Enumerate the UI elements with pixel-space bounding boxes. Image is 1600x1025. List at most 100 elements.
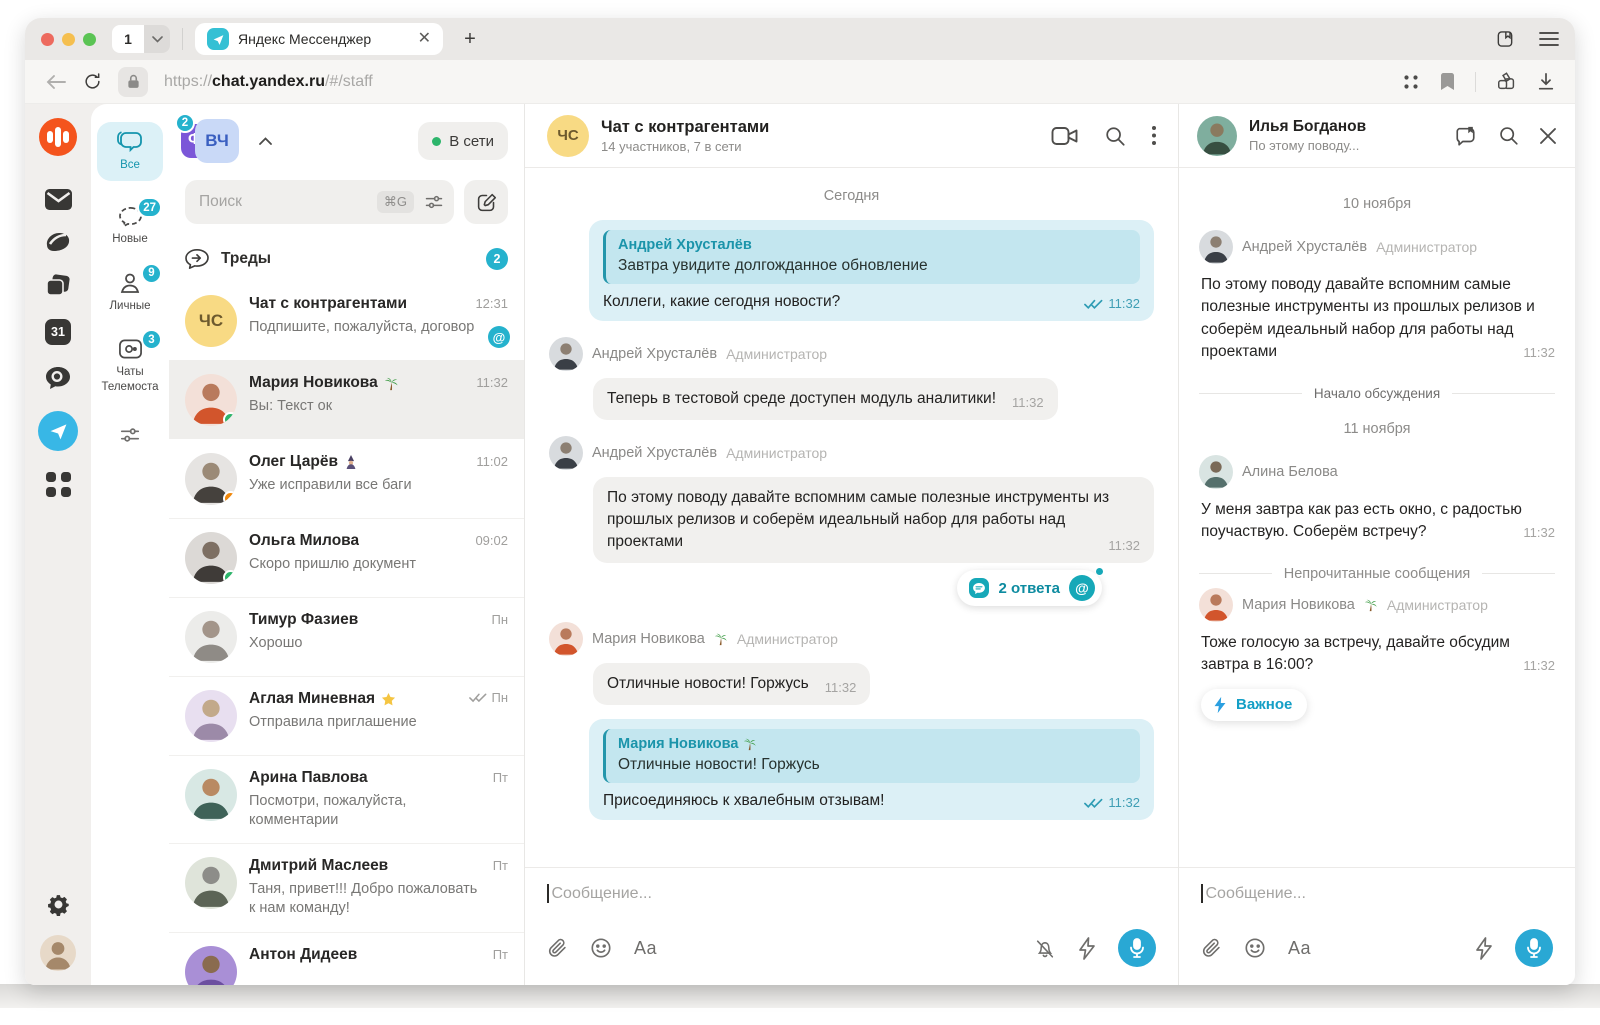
list-item[interactable]: ЧС Чат с контрагентами12:31 Подпишите, п… (169, 282, 524, 360)
search-input[interactable]: Поиск ⌘G (185, 180, 454, 224)
tab-list-chevron[interactable] (144, 25, 170, 53)
online-status-button[interactable]: В сети (418, 122, 508, 160)
list-item[interactable]: Олег Царёв 11:02 Уже исправили все баги (169, 439, 524, 518)
collections-icon[interactable] (1496, 72, 1517, 91)
disk-icon[interactable] (44, 231, 72, 253)
avatar[interactable] (549, 436, 583, 470)
site-security-button[interactable] (118, 67, 148, 97)
sender-name[interactable]: Андрей Хрусталёв (1242, 239, 1367, 255)
new-tab-button[interactable]: + (453, 23, 487, 55)
format-icon[interactable]: Aa (1288, 938, 1311, 959)
sender-name[interactable]: Андрей Хрусталёв (592, 346, 717, 362)
quick-actions-icon[interactable] (1078, 937, 1096, 960)
outgoing-message[interactable]: Мария Новикова Отличные новости! Горжусь… (589, 719, 1154, 820)
filter-new[interactable]: 27 Новые (97, 205, 163, 246)
microphone-icon (1526, 938, 1542, 958)
outgoing-message[interactable]: Андрей Хрусталёв Завтра увидите долгожда… (589, 220, 1154, 321)
chevron-up-icon[interactable] (259, 137, 272, 145)
list-item[interactable]: Дмитрий МаслеевПт Таня, привет!!! Добро … (169, 843, 524, 931)
quick-actions-icon[interactable] (1475, 937, 1493, 960)
close-tab-icon[interactable]: ✕ (418, 31, 431, 47)
list-item[interactable]: Ольга Милова09:02 Скоро пришлю документ (169, 518, 524, 597)
thread-bookmark-icon[interactable] (1453, 125, 1478, 147)
avatar[interactable] (1199, 230, 1233, 264)
thread-message[interactable]: По этому поводу давайте вспомним самые п… (1201, 274, 1555, 364)
threads-item[interactable]: Треды 2 (169, 238, 524, 282)
tab-counter[interactable]: 1 (112, 25, 144, 53)
workspace-switcher[interactable]: 2 ВЧ (179, 118, 253, 164)
message-time: 11:32 (1108, 795, 1140, 810)
search-icon[interactable] (1104, 125, 1126, 147)
attach-icon[interactable] (547, 937, 568, 959)
reload-icon[interactable] (83, 72, 102, 91)
quoted-message[interactable]: Мария Новикова Отличные новости! Горжусь (603, 729, 1140, 783)
documents-icon[interactable] (45, 274, 71, 298)
list-item[interactable]: Антон ДидеевПт (169, 932, 524, 986)
important-badge[interactable]: Важное (1201, 689, 1307, 721)
extensions-icon[interactable] (1402, 73, 1420, 91)
zoom-window-button[interactable] (83, 33, 96, 46)
address-bar[interactable]: https://chat.yandex.ru/#/staff (164, 73, 373, 91)
message-time: 11:32 (825, 679, 857, 697)
search-placeholder: Поиск (199, 193, 367, 211)
avatar[interactable] (1199, 455, 1233, 489)
all-services-icon[interactable] (46, 472, 71, 497)
list-item[interactable]: Арина ПавловаПт Посмотри, пожалуйста, ко… (169, 755, 524, 843)
more-menu-icon[interactable] (1152, 126, 1156, 145)
reply-bubble-icon (969, 578, 989, 598)
list-item-selected[interactable]: Мария Новикова 11:32 Вы: Текст ок (169, 360, 524, 439)
filter-personal[interactable]: 9 Личные (97, 271, 163, 313)
thread-history[interactable]: 10 ноября Андрей Хрусталёв Администратор… (1179, 168, 1575, 867)
thread-message[interactable]: У меня завтра как раз есть окно, с радос… (1201, 499, 1555, 544)
filter-settings-icon[interactable] (119, 424, 141, 446)
bookmark-icon[interactable] (1440, 73, 1455, 91)
quoted-message[interactable]: Андрей Хрусталёв Завтра увидите долгожда… (603, 230, 1140, 284)
calendar-icon[interactable]: 31 (45, 319, 71, 345)
search-icon[interactable] (1498, 125, 1519, 146)
sender-name[interactable]: Андрей Хрусталёв (592, 445, 717, 461)
user-avatar[interactable] (40, 935, 76, 971)
sender-name[interactable]: Мария Новикова (592, 631, 705, 647)
thread-replies-button[interactable]: 2 ответа @ (957, 570, 1102, 606)
filter-all[interactable]: Все (97, 122, 163, 181)
minimize-window-button[interactable] (62, 33, 75, 46)
voice-message-button[interactable] (1118, 929, 1156, 967)
mail-icon[interactable] (45, 189, 72, 210)
yandex-360-logo-icon[interactable] (39, 118, 77, 156)
avatar[interactable] (549, 622, 583, 656)
messenger-icon[interactable] (38, 411, 78, 451)
sender-name[interactable]: Мария Новикова (1242, 597, 1355, 613)
message-history[interactable]: Сегодня Андрей Хрусталёв Завтра увидите … (525, 168, 1178, 867)
message-input[interactable]: Сообщение... (1201, 884, 1553, 903)
gear-icon[interactable] (46, 892, 71, 917)
list-item[interactable]: Тимур ФазиевПн Хорошо (169, 597, 524, 676)
emoji-icon[interactable] (590, 937, 612, 959)
tab-yandex-messenger[interactable]: Яндекс Мессенджер ✕ (195, 23, 443, 55)
close-window-button[interactable] (41, 33, 54, 46)
attach-icon[interactable] (1201, 937, 1222, 959)
back-icon[interactable] (45, 73, 67, 91)
sender-name[interactable]: Алина Белова (1242, 464, 1338, 480)
thread-message[interactable]: Тоже голосую за встречу, давайте обсудим… (1201, 632, 1555, 677)
video-call-icon[interactable] (1051, 126, 1078, 146)
new-message-button[interactable] (464, 180, 508, 224)
mute-bell-icon[interactable] (1034, 937, 1056, 960)
close-icon[interactable] (1539, 127, 1557, 145)
emoji-icon[interactable] (1244, 937, 1266, 959)
message-input[interactable]: Сообщение... (547, 884, 1156, 903)
incoming-message[interactable]: Теперь в тестовой среде доступен модуль … (593, 378, 1058, 420)
chat-time: 11:02 (476, 454, 508, 469)
format-icon[interactable]: Aa (634, 938, 657, 959)
incoming-message[interactable]: Отличные новости! Горжусь 11:32 (593, 663, 870, 705)
search-filters-icon[interactable] (424, 192, 444, 212)
avatar[interactable] (1199, 588, 1233, 622)
voice-message-button[interactable] (1515, 929, 1553, 967)
chat-service-icon[interactable] (45, 366, 71, 390)
filter-telemost[interactable]: 3 Чаты Телемоста (97, 337, 163, 394)
list-item[interactable]: Аглая Миневная Пн Отправила приглашение (169, 676, 524, 755)
incoming-message[interactable]: По этому поводу давайте вспомним самые п… (593, 477, 1154, 563)
download-icon[interactable] (1537, 72, 1555, 91)
avatar[interactable] (549, 337, 583, 371)
menu-icon[interactable] (1539, 31, 1559, 47)
side-panel-icon[interactable] (1495, 29, 1515, 49)
